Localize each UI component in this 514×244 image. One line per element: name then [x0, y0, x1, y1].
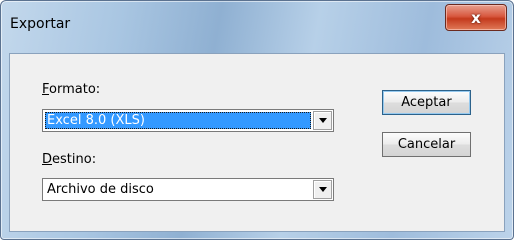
- destino-label: Destino:: [42, 152, 96, 167]
- chevron-down-icon: [318, 118, 327, 123]
- formato-dropdown-button[interactable]: [313, 111, 332, 130]
- formato-selected-value: Excel 8.0 (XLS): [45, 112, 311, 129]
- destino-accelerator: D: [42, 152, 53, 167]
- export-dialog: Exportar x Formato: Excel 8.0 (XLS) Dest…: [0, 0, 514, 240]
- destino-select[interactable]: Archivo de disco: [42, 178, 334, 201]
- formato-select[interactable]: Excel 8.0 (XLS): [42, 109, 334, 132]
- close-icon: x: [471, 8, 481, 27]
- cancel-button[interactable]: Cancelar: [382, 132, 471, 157]
- formato-label-text: ormato:: [49, 82, 101, 97]
- dialog-body: Formato: Excel 8.0 (XLS) Destino: Archiv…: [9, 53, 505, 232]
- destino-selected-value: Archivo de disco: [47, 182, 154, 197]
- formato-accelerator: F: [42, 82, 50, 97]
- accept-button[interactable]: Aceptar: [382, 90, 471, 115]
- close-button[interactable]: x: [445, 4, 507, 31]
- destino-label-text: estino:: [52, 152, 97, 167]
- title-bar[interactable]: Exportar x: [1, 1, 513, 51]
- destino-dropdown-button[interactable]: [313, 180, 332, 199]
- window-title: Exportar: [10, 16, 71, 32]
- formato-label: Formato:: [42, 82, 100, 97]
- chevron-down-icon: [318, 187, 327, 192]
